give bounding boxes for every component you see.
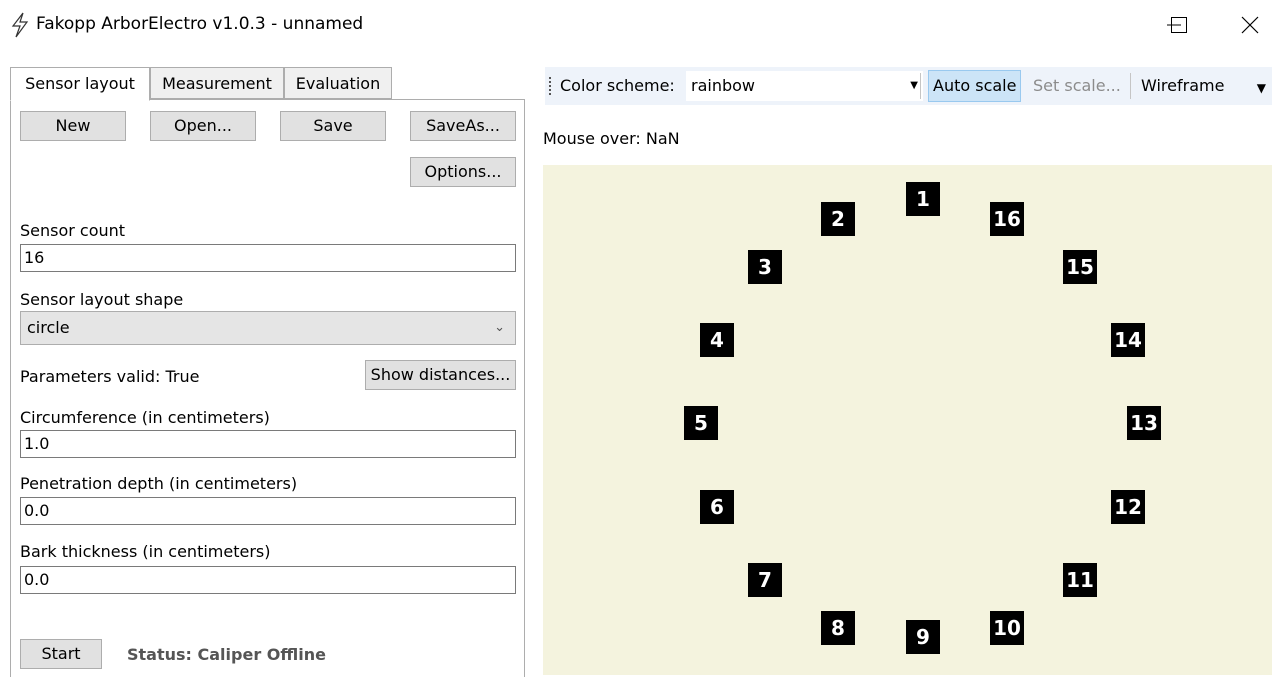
penetration-depth-field[interactable]: 0.0	[20, 497, 516, 525]
sensor-marker[interactable]: 12	[1111, 490, 1145, 524]
set-scale-button: Set scale...	[1033, 76, 1121, 95]
mouse-over-readout: Mouse over: NaN	[543, 129, 680, 148]
sensor-marker[interactable]: 1	[906, 182, 940, 216]
sensor-marker[interactable]: 4	[700, 323, 734, 357]
penetration-depth-label: Penetration depth (in centimeters)	[20, 474, 298, 493]
sensor-marker[interactable]: 16	[990, 202, 1024, 236]
tab-sensor-layout[interactable]: Sensor layout	[10, 67, 150, 101]
parameters-valid-text: Parameters valid: True	[20, 367, 200, 386]
wireframe-button[interactable]: Wireframe	[1137, 70, 1228, 102]
bark-thickness-field[interactable]: 0.0	[20, 566, 516, 594]
toolbar-overflow-icon[interactable]: ▼	[1257, 81, 1266, 95]
dropdown-arrow-icon: ▼	[910, 80, 918, 91]
show-distances-button[interactable]: Show distances...	[365, 360, 516, 390]
options-button[interactable]: Options...	[410, 157, 516, 187]
sensor-marker[interactable]: 13	[1127, 406, 1161, 440]
tab-label: Measurement	[162, 74, 272, 93]
sensor-marker[interactable]: 6	[700, 490, 734, 524]
sensor-marker[interactable]: 10	[990, 611, 1024, 645]
bark-thickness-label: Bark thickness (in centimeters)	[20, 542, 271, 561]
save-as-button[interactable]: SaveAs...	[410, 111, 516, 141]
sensor-marker[interactable]: 7	[748, 563, 782, 597]
circumference-label: Circumference (in centimeters)	[20, 408, 270, 427]
auto-scale-button[interactable]: Auto scale	[928, 70, 1022, 102]
toolbar-separator	[920, 73, 921, 99]
save-button[interactable]: Save	[280, 111, 386, 141]
new-button[interactable]: New	[20, 111, 126, 141]
tab-label: Sensor layout	[25, 74, 135, 93]
chevron-down-icon: ⌄	[494, 320, 505, 335]
tab-evaluation[interactable]: Evaluation	[284, 67, 392, 99]
status-text: Status: Caliper Offline	[127, 645, 326, 664]
close-icon	[1241, 16, 1259, 34]
sensor-canvas[interactable]: 1 2 3 4 5 6 7 8 9 10 11 12 13 14 15 16	[543, 165, 1272, 675]
color-scheme-select[interactable]: rainbow ▼	[686, 71, 923, 101]
layout-shape-label: Sensor layout shape	[20, 290, 184, 309]
toolbar-grip[interactable]	[549, 77, 553, 95]
sensor-marker[interactable]: 9	[906, 620, 940, 654]
sensor-marker[interactable]: 3	[748, 250, 782, 284]
tab-measurement[interactable]: Measurement	[150, 67, 284, 99]
open-button[interactable]: Open...	[150, 111, 256, 141]
layout-shape-value: circle	[27, 318, 70, 337]
sensor-marker[interactable]: 8	[821, 611, 855, 645]
window-title: Fakopp ArborElectro v1.0.3 - unnamed	[36, 14, 364, 34]
circumference-field[interactable]: 1.0	[20, 430, 516, 458]
color-scheme-label: Color scheme:	[560, 76, 675, 95]
color-scheme-value: rainbow	[691, 76, 755, 95]
tab-label: Evaluation	[295, 74, 381, 93]
view-toolbar: Color scheme: rainbow ▼ Auto scale Set s…	[545, 67, 1272, 105]
maximize-icon	[1171, 17, 1187, 33]
close-button[interactable]	[1228, 8, 1272, 42]
start-button[interactable]: Start	[20, 639, 102, 669]
sensor-marker[interactable]: 2	[821, 202, 855, 236]
lightning-icon	[11, 12, 29, 38]
sensor-count-label: Sensor count	[20, 221, 126, 240]
sensor-marker[interactable]: 15	[1063, 250, 1097, 284]
sensor-marker[interactable]: 11	[1063, 563, 1097, 597]
layout-shape-select[interactable]: circle ⌄	[20, 311, 516, 345]
sensor-marker[interactable]: 14	[1111, 323, 1145, 357]
toolbar-separator	[1130, 73, 1131, 99]
maximize-button[interactable]	[1157, 8, 1201, 42]
sensor-count-field[interactable]: 16	[20, 244, 516, 272]
title-bar: Fakopp ArborElectro v1.0.3 - unnamed	[0, 0, 1272, 50]
sensor-marker[interactable]: 5	[684, 406, 718, 440]
